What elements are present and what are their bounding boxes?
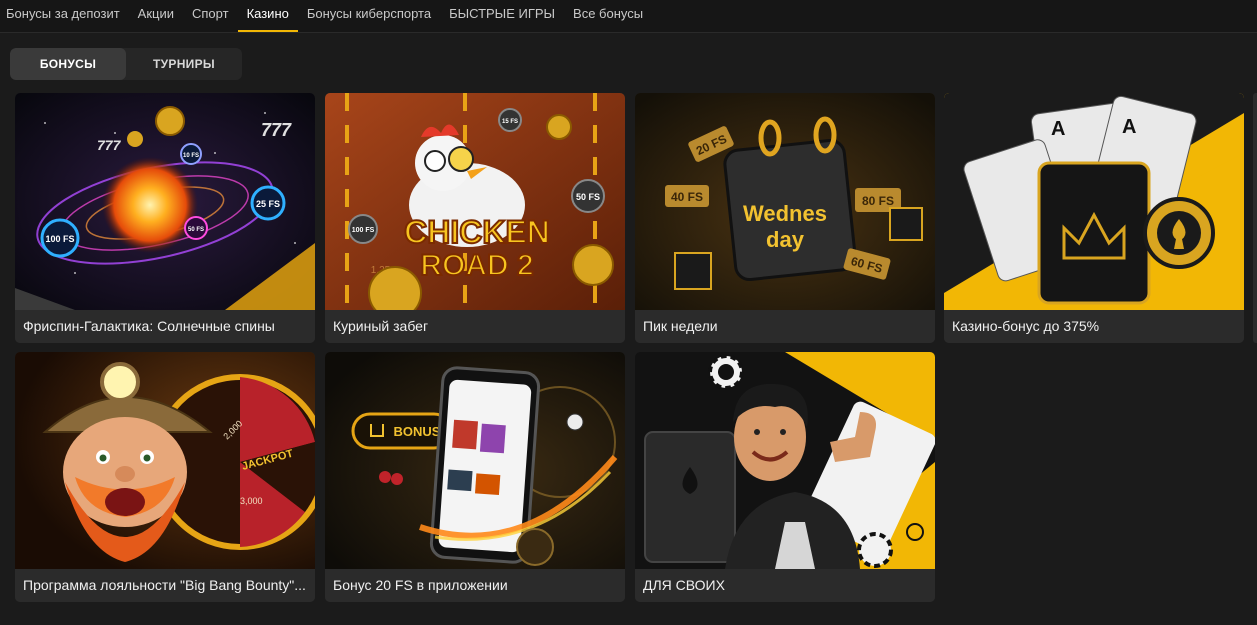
fs-label-25: 25 FS — [256, 199, 280, 209]
svg-text:40 FS: 40 FS — [671, 190, 703, 204]
chicken-road-subtitle: ROAD 2 — [420, 249, 533, 282]
promo-card-week-pick[interactable]: Wednes day 20 FS 40 FS 80 FS 60 FS Пик н… — [635, 93, 935, 343]
promo-card-freespin-galaxy[interactable]: 100 FS 25 FS 50 FS 10 FS 777 777 Фриспин… — [15, 93, 315, 343]
tab-tournaments[interactable]: ТУРНИРЫ — [126, 48, 242, 80]
nav-item-fast-games[interactable]: БЫСТРЫЕ ИГРЫ — [440, 0, 564, 26]
promo-card-casino-bonus-375[interactable]: A A Казино-бонус до 375% — [944, 93, 1244, 343]
fs-label-50: 50 FS — [188, 227, 204, 233]
ace-letter: A — [1051, 118, 1065, 140]
promo-image-aces: A A — [944, 93, 1244, 310]
promo-card-title: ДЛЯ СВОИХ — [635, 569, 935, 602]
nav-item-promotions[interactable]: Акции — [129, 0, 183, 26]
svg-text:80 FS: 80 FS — [862, 194, 894, 208]
promo-image-phone-app: BONUS — [325, 352, 625, 569]
nav-item-esports-bonuses[interactable]: Бонусы киберспорта — [298, 0, 440, 26]
tab-bonuses[interactable]: БОНУСЫ — [10, 48, 126, 80]
promo-card-title: Фриспин-Галактика: Солнечные спины — [15, 310, 315, 343]
promo-card-title: Казино-бонус до 375% — [944, 310, 1244, 343]
promo-image-miner: JACKPOT 2,000 3,000 — [15, 352, 315, 569]
svg-text:15 FS: 15 FS — [502, 119, 518, 125]
nav-item-sport[interactable]: Спорт — [183, 0, 238, 26]
promo-card-for-insiders[interactable]: ДЛЯ СВОИХ — [635, 352, 935, 602]
bonus-badge-text: BONUS — [394, 424, 441, 439]
top-nav: Бонусы за депозит Акции Спорт Казино Бон… — [0, 0, 1257, 33]
svg-text:50 FS: 50 FS — [576, 192, 600, 202]
next-card-edge — [1253, 93, 1257, 343]
promo-card-loyalty-program[interactable]: JACKPOT 2,000 3,000 Программа лояльности… — [15, 352, 315, 602]
promo-card-app-bonus[interactable]: BONUS Бонус 20 FS в приложении — [325, 352, 625, 602]
svg-text:3,000: 3,000 — [240, 496, 263, 506]
promo-card-title: Пик недели — [635, 310, 935, 343]
wednesday-text-2: day — [766, 227, 805, 252]
promo-image-thumbs-up-man — [635, 352, 935, 569]
promo-card-title: Куриный забег — [325, 310, 625, 343]
nav-item-casino[interactable]: Казино — [237, 0, 298, 32]
wednesday-text-1: Wednes — [743, 201, 827, 226]
fs-label-10: 10 FS — [183, 153, 199, 159]
svg-text:A: A — [1122, 116, 1136, 138]
sevens-text: 777 — [97, 137, 122, 153]
promo-image-wednesday: Wednes day 20 FS 40 FS 80 FS 60 FS — [635, 93, 935, 310]
promo-card-title: Программа лояльности "Big Bang Bounty"..… — [15, 569, 315, 602]
svg-text:777: 777 — [261, 120, 292, 140]
promo-image-galaxy: 100 FS 25 FS 50 FS 10 FS 777 777 — [15, 93, 315, 310]
fs-label-100: 100 FS — [45, 234, 74, 244]
promo-card-chicken-race[interactable]: CHICKEN ROAD 2 15 FS 50 FS 100 FS 1.25x … — [325, 93, 625, 343]
nav-item-all-bonuses[interactable]: Все бонусы — [564, 0, 652, 26]
chicken-road-title: CHICKEN — [404, 214, 550, 250]
promo-card-title: Бонус 20 FS в приложении — [325, 569, 625, 602]
promo-image-chicken-road: CHICKEN ROAD 2 15 FS 50 FS 100 FS 1.25x — [325, 93, 625, 310]
bonus-tournament-switch: БОНУСЫ ТУРНИРЫ — [10, 48, 242, 80]
nav-item-deposit-bonuses[interactable]: Бонусы за депозит — [0, 0, 129, 26]
svg-text:100 FS: 100 FS — [352, 227, 375, 234]
